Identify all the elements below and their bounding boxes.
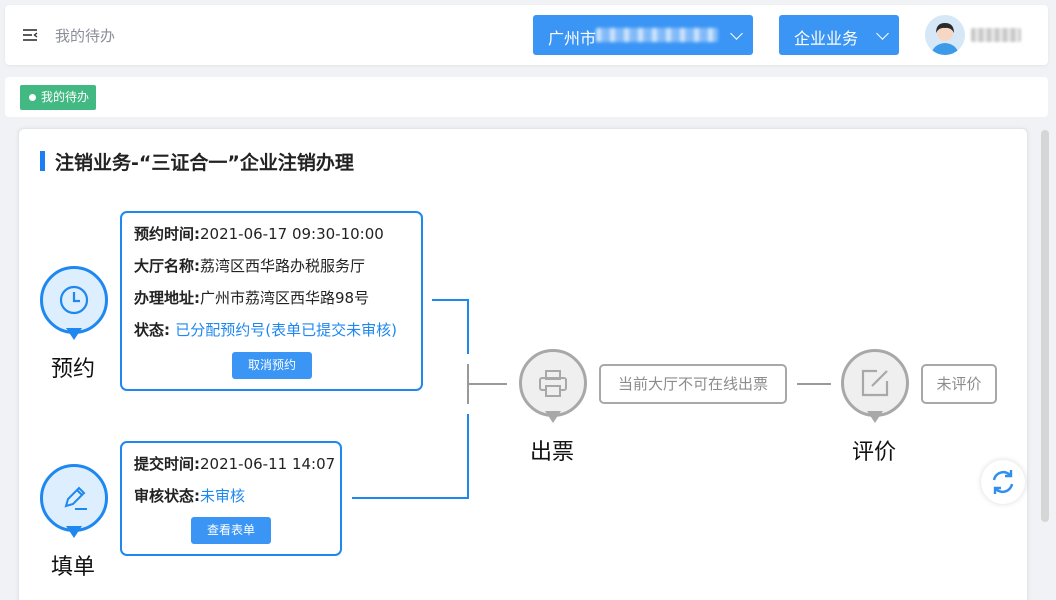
status-row: 状态: 已分配预约号(表单已提交未审核) [134, 319, 397, 340]
cancel-appointment-button[interactable]: 取消预约 [232, 352, 312, 379]
business-select[interactable]: 企业业务 [779, 15, 899, 55]
refresh-button[interactable] [981, 460, 1025, 504]
user-name-redacted[interactable] [971, 28, 1021, 42]
business-select-label: 企业业务 [794, 29, 859, 48]
appointment-time-value: 2021-06-17 09:30-10:00 [200, 225, 384, 243]
clock-icon [59, 285, 89, 315]
avatar[interactable] [925, 15, 965, 55]
step-label-ticket: 出票 [530, 440, 575, 465]
hall-name-row: 大厅名称:荔湾区西华路办税服务厅 [134, 255, 365, 276]
step-marker-form [40, 464, 108, 542]
refresh-icon [992, 470, 1014, 494]
connector-line [432, 299, 469, 301]
field-key: 审核状态: [134, 487, 200, 505]
view-form-button[interactable]: 查看表单 [191, 517, 271, 544]
vertical-scrollbar[interactable] [1041, 130, 1049, 522]
appointment-time-row: 预约时间:2021-06-17 09:30-10:00 [134, 223, 384, 244]
status-value: 已分配预约号(表单已提交未审核) [175, 321, 397, 339]
field-key: 提交时间: [134, 455, 200, 473]
step-marker-appointment [40, 266, 108, 344]
submit-time-row: 提交时间:2021-06-11 14:07 [134, 453, 335, 474]
card-title: 注销业务-“三证合一”企业注销办理 [40, 148, 354, 175]
tags-view-bar: 我的待办 [5, 77, 1048, 117]
menu-fold-icon[interactable] [21, 26, 39, 44]
city-select-label: 广州市 [548, 29, 597, 48]
appointment-info-box: 预约时间:2021-06-17 09:30-10:00 大厅名称:荔湾区西华路办… [120, 211, 423, 391]
header-title: 我的待办 [55, 27, 116, 45]
ticket-status-box: 当前大厅不可在线出票 [599, 364, 787, 404]
field-key: 状态: [134, 321, 176, 339]
step-label-appointment: 预约 [51, 357, 96, 382]
city-select[interactable]: 广州市 [533, 15, 753, 55]
connector-line [467, 383, 507, 385]
field-key: 办理地址: [134, 289, 200, 307]
address-value: 广州市荔湾区西华路98号 [200, 289, 370, 307]
printer-icon [539, 370, 567, 397]
step-label-evaluate: 评价 [852, 440, 897, 465]
step-marker-ticket [519, 349, 587, 427]
field-key: 大厅名称: [134, 257, 200, 275]
chevron-down-icon [730, 27, 743, 40]
hall-name-value: 荔湾区西华路办税服务厅 [200, 257, 366, 275]
step-marker-evaluate [841, 349, 909, 427]
evaluate-status-box: 未评价 [921, 364, 997, 404]
submit-time-value: 2021-06-11 14:07 [200, 455, 336, 473]
chevron-down-icon [876, 27, 889, 40]
connector-line [467, 299, 469, 354]
address-row: 办理地址:广州市荔湾区西华路98号 [134, 287, 369, 308]
city-name-redacted [596, 28, 718, 42]
connector-line [467, 414, 469, 499]
form-info-box: 提交时间:2021-06-11 14:07 审核状态:未审核 查看表单 [120, 441, 342, 556]
review-status-value: 未审核 [200, 487, 246, 505]
connector-line [797, 383, 831, 385]
tag-my-todo[interactable]: 我的待办 [20, 85, 97, 110]
edit-square-icon [861, 369, 889, 397]
connector-line [352, 497, 469, 499]
step-label-form: 填单 [51, 555, 96, 580]
pen-edit-icon [64, 486, 87, 510]
review-status-row: 审核状态:未审核 [134, 485, 245, 506]
field-key: 预约时间: [134, 225, 200, 243]
top-header: 我的待办 广州市 企业业务 [5, 5, 1048, 65]
